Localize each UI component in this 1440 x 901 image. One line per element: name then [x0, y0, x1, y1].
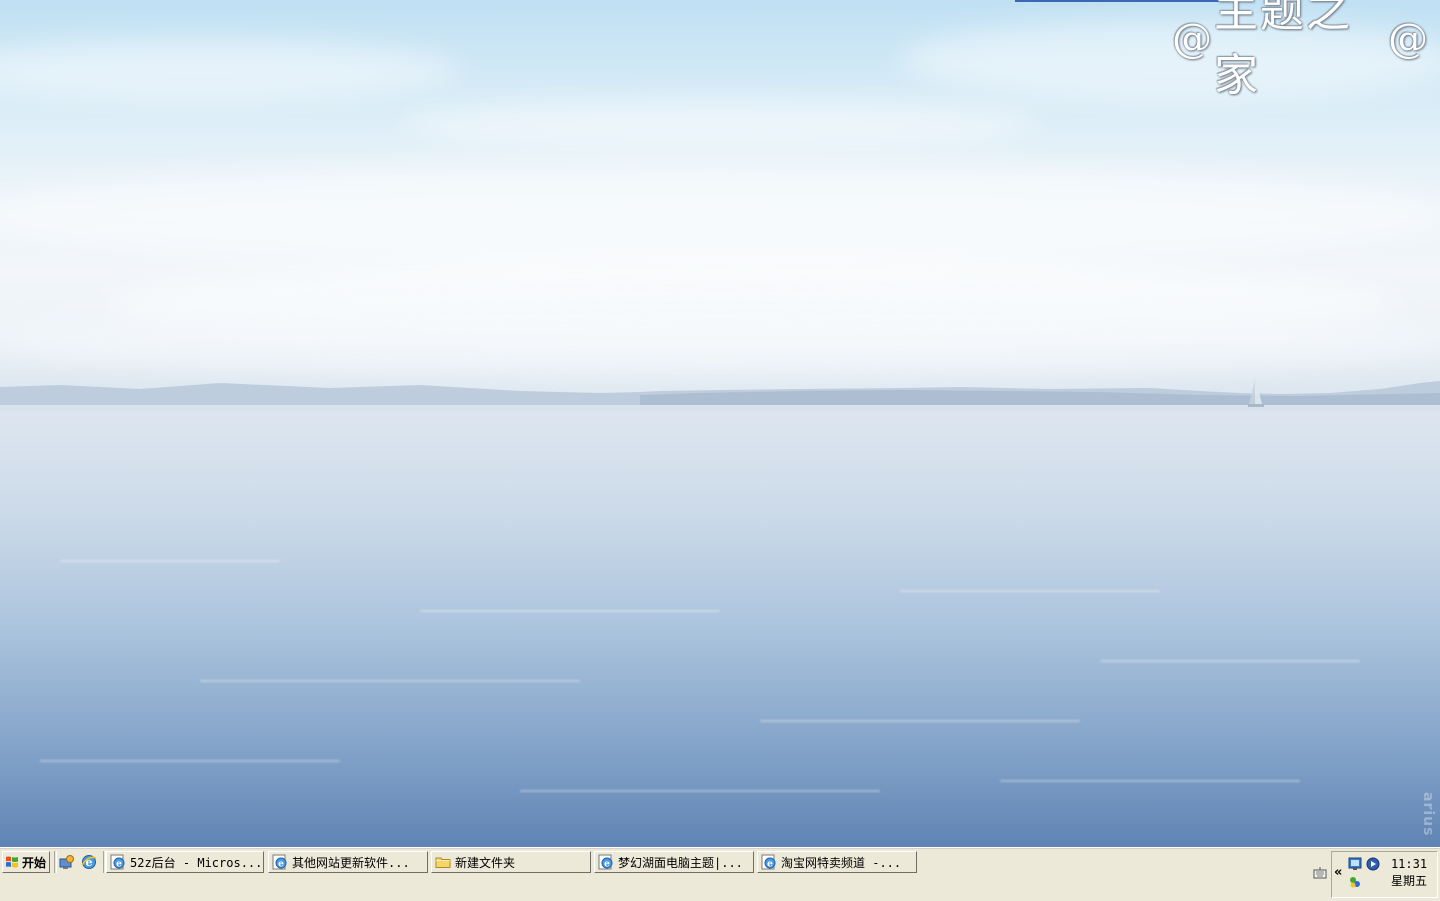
svg-text:e: e: [278, 860, 284, 870]
task-button-52z[interactable]: e 52z后台 - Micros...: [106, 851, 264, 873]
quick-launch-separator: [54, 851, 57, 873]
show-desktop-icon[interactable]: [58, 853, 76, 871]
top-window-edge: [1015, 0, 1230, 2]
network-icon[interactable]: [1348, 857, 1362, 871]
svg-text:e: e: [767, 860, 773, 870]
ie-page-icon: e: [272, 854, 287, 870]
internet-explorer-icon[interactable]: e: [80, 853, 98, 871]
start-label: 开始: [22, 855, 47, 870]
ie-page-icon: e: [598, 854, 613, 870]
logo-text: 主题之家: [1214, 0, 1352, 101]
task-button-other-sites[interactable]: e 其他网站更新软件...: [268, 851, 428, 873]
windows-flag-icon: [6, 856, 18, 868]
swirl-left-icon: @: [1172, 16, 1214, 62]
folder-icon: [435, 857, 451, 868]
task-label: 新建文件夹: [455, 855, 516, 870]
task-label: 其他网站更新软件...: [292, 855, 410, 870]
tray-clock[interactable]: 11:31 星期五: [1384, 856, 1434, 890]
task-button-dream-lake-theme[interactable]: e 梦幻湖面电脑主题|...: [594, 851, 754, 873]
svg-text:e: e: [604, 860, 610, 870]
task-button-taobao[interactable]: e 淘宝网特卖频道 -...: [757, 851, 917, 873]
keyboard-icon[interactable]: [1313, 866, 1327, 880]
media-player-icon[interactable]: [1366, 857, 1380, 871]
taskbar: 开始 e e 52z后台 - Micros... e 其他网站更新软件... 新…: [0, 847, 1440, 901]
swirl-right-icon: @: [1388, 16, 1430, 62]
theme-logo: @ 主题之家 @: [1172, 0, 1430, 101]
wallpaper-watermark: arius: [1420, 792, 1436, 837]
clock-time: 11:31: [1390, 857, 1428, 871]
tray-expand-arrow[interactable]: «: [1334, 865, 1342, 880]
task-label: 梦幻湖面电脑主题|...: [618, 855, 743, 870]
desktop-wallpaper: @ 主题之家 @ arius: [0, 0, 1440, 847]
distant-hills: [0, 381, 1440, 411]
task-button-new-folder[interactable]: 新建文件夹: [431, 851, 591, 873]
sailboat-icon: [1248, 376, 1264, 407]
svg-text:e: e: [116, 860, 122, 870]
clock-day: 星期五: [1390, 874, 1427, 888]
start-button[interactable]: 开始: [2, 851, 50, 873]
ie-page-icon: e: [761, 854, 776, 870]
messenger-icon[interactable]: [1348, 875, 1362, 889]
ie-page-icon: e: [110, 854, 125, 870]
task-label: 淘宝网特卖频道 -...: [781, 855, 902, 870]
task-label: 52z后台 - Micros...: [130, 855, 263, 870]
